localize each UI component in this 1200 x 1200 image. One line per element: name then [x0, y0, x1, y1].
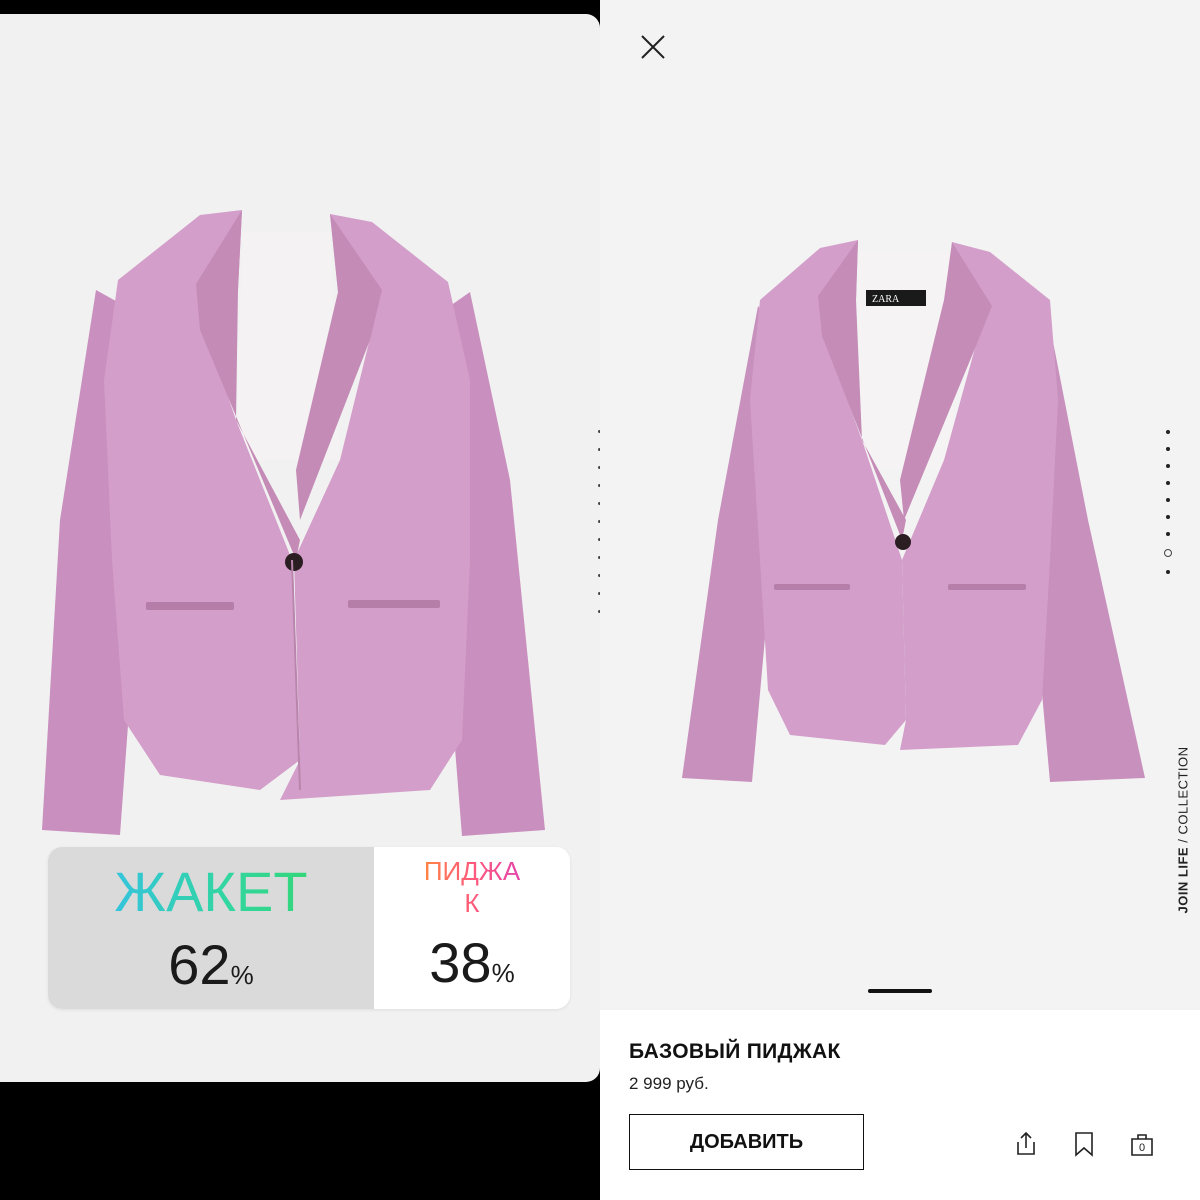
poll-option-a-label: ЖАКЕТ: [48, 857, 374, 927]
poll-option-b-percent: 38%: [429, 931, 515, 994]
cart-count: 0: [1139, 1142, 1145, 1154]
gallery-pagination[interactable]: [1163, 430, 1173, 587]
jacket-image: ZARA: [682, 240, 1145, 782]
zara-label-text: ZARA: [872, 294, 900, 305]
active-page-indicator: [1164, 549, 1172, 557]
cart-icon[interactable]: 0: [1129, 1131, 1155, 1157]
poll-option-jacket[interactable]: ЖАКЕТ 62%: [48, 847, 374, 1009]
home-indicator: [868, 989, 932, 993]
poll-option-b-label: ПИДЖАК: [417, 855, 527, 919]
poll-option-a-percent: 62%: [168, 933, 254, 996]
add-to-cart-button[interactable]: ДОБАВИТЬ: [629, 1114, 864, 1170]
product-info-panel: БАЗОВЫЙ ПИДЖАК 2 999 руб. ДОБАВИТЬ 0: [600, 1010, 1200, 1200]
story-screenshot: ЖАКЕТ 62% ПИДЖАК 38%: [0, 0, 601, 1200]
poll-option-blazer[interactable]: ПИДЖАК 38%: [374, 847, 570, 1009]
share-icon[interactable]: [1013, 1131, 1039, 1157]
product-page: ZARA JOIN LIFE / COLLECTION БАЗОВЫЙ ПИДЖ…: [600, 0, 1200, 1200]
poll-widget: ЖАКЕТ 62% ПИДЖАК 38%: [48, 847, 570, 1009]
bookmark-icon[interactable]: [1071, 1131, 1097, 1157]
product-price: 2 999 руб.: [629, 1074, 709, 1093]
product-gallery[interactable]: ZARA JOIN LIFE / COLLECTION: [600, 0, 1200, 1010]
collection-tag: JOIN LIFE / COLLECTION: [1175, 746, 1191, 914]
story-card: ЖАКЕТ 62% ПИДЖАК 38%: [0, 14, 600, 1082]
product-title: БАЗОВЫЙ ПИДЖАК: [629, 1040, 841, 1063]
